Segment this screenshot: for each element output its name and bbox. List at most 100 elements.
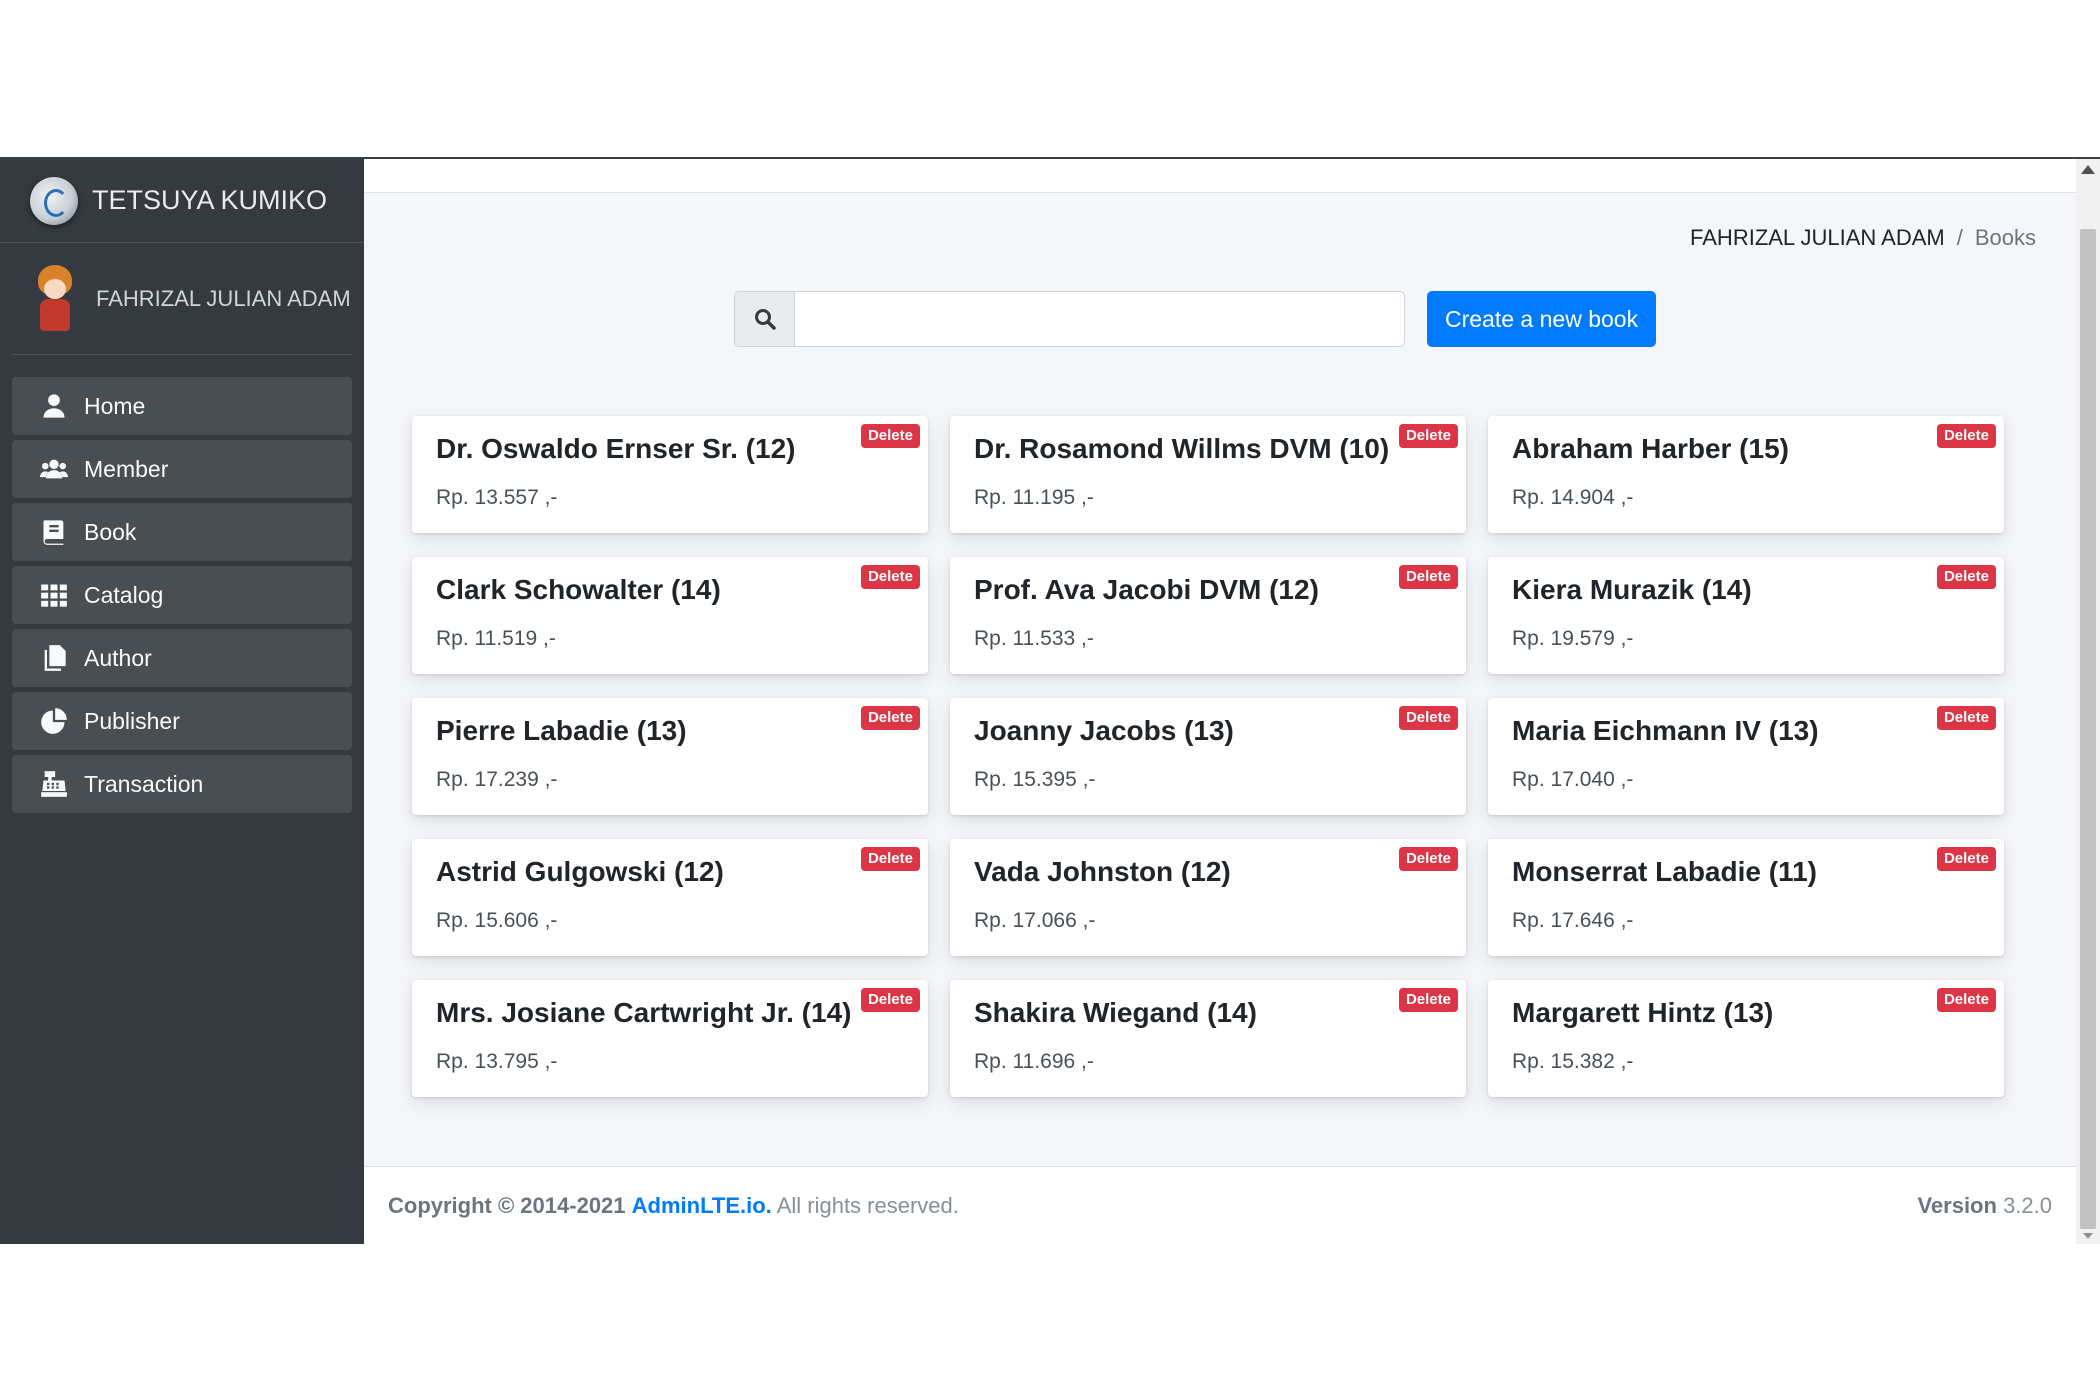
copyright-text: Copyright © 2014-2021: [388, 1192, 626, 1218]
scroll-down-icon[interactable]: [2083, 1233, 2093, 1239]
sidebar-item-author[interactable]: Author: [12, 629, 352, 687]
delete-button[interactable]: Delete: [860, 706, 920, 730]
breadcrumb-home[interactable]: FAHRIZAL JULIAN ADAM: [1690, 225, 1945, 251]
user-panel[interactable]: FAHRIZAL JULIAN ADAM: [12, 243, 352, 355]
delete-button[interactable]: Delete: [1398, 988, 1458, 1012]
brand-logo: [30, 176, 78, 225]
book-title: Joanny Jacobs (13): [974, 715, 1234, 746]
book-card[interactable]: Abraham Harber (15) Rp. 14.904 ,- Delete: [1488, 416, 2004, 533]
book-price: Rp. 11.195 ,-: [974, 486, 1094, 509]
sidebar-item-label: Author: [84, 644, 152, 671]
book-price: Rp. 17.239 ,-: [436, 768, 558, 791]
book-card[interactable]: Maria Eichmann IV (13) Rp. 17.040 ,- Delet…: [1488, 698, 2004, 815]
delete-button[interactable]: Delete: [1398, 847, 1458, 871]
sidebar: TETSUYA KUMIKO FAHRIZAL JULIAN ADAM Home…: [0, 159, 364, 1244]
sidebar-item-label: Publisher: [84, 707, 180, 734]
book-card[interactable]: Joanny Jacobs (13) Rp. 15.395 ,- Delete: [950, 698, 1466, 815]
sidebar-item-publisher[interactable]: Publisher: [12, 692, 352, 750]
search-icon: [754, 309, 776, 330]
book-price: Rp. 15.382 ,-: [1512, 1050, 1634, 1073]
cash-register-icon: [40, 770, 68, 798]
search-bar: Create a new book: [734, 291, 1657, 347]
version-label: Version: [1917, 1192, 1997, 1218]
sidebar-item-label: Member: [84, 455, 169, 482]
pie-chart-icon: [40, 707, 68, 735]
book-title: Maria Eichmann IV (13): [1512, 715, 1819, 746]
delete-button[interactable]: Delete: [1936, 847, 1996, 871]
book-title: Pierre Labadie (13): [436, 715, 687, 746]
breadcrumb-separator: /: [1956, 225, 1963, 250]
book-card[interactable]: Monserrat Labadie (11) Rp. 17.646 ,- Delet…: [1488, 839, 2004, 956]
scroll-up-icon[interactable]: [2081, 165, 2095, 174]
footer-copyright: Copyright © 2014-2021 AdminLTE.io. All r…: [388, 1193, 959, 1219]
book-price: Rp. 13.557 ,-: [436, 486, 558, 509]
delete-button[interactable]: Delete: [1398, 706, 1458, 730]
book-card[interactable]: Margarett Hintz (13) Rp. 15.382 ,- Delete: [1488, 980, 2004, 1097]
book-title: Prof. Ava Jacobi DVM (12): [974, 574, 1319, 605]
sidebar-item-home[interactable]: Home: [12, 377, 352, 435]
book-title: Margarett Hintz (13): [1512, 997, 1774, 1028]
footer-version: Version 3.2.0: [1917, 1193, 2052, 1219]
sidebar-item-member[interactable]: Member: [12, 440, 352, 498]
book-card[interactable]: Vada Johnston (12) Rp. 17.066 ,- Delete: [950, 839, 1466, 956]
book-title: Shakira Wiegand (14): [974, 997, 1257, 1028]
create-book-button[interactable]: Create a new book: [1427, 291, 1657, 347]
book-card[interactable]: Astrid Gulgowski (12) Rp. 15.606 ,- Delete: [412, 839, 928, 956]
book-price: Rp. 15.606 ,-: [436, 909, 558, 932]
book-title: Vada Johnston (12): [974, 856, 1231, 887]
sidebar-item-catalog[interactable]: Catalog: [12, 566, 352, 624]
book-title: Abraham Harber (15): [1512, 433, 1789, 464]
rights-text: All rights reserved.: [776, 1192, 959, 1218]
version-number: 3.2.0: [2003, 1192, 2052, 1218]
book-price: Rp. 19.579 ,-: [1512, 627, 1634, 650]
book-price: Rp. 17.646 ,-: [1512, 909, 1634, 932]
book-title: Dr. Rosamond Willms DVM (10): [974, 433, 1390, 464]
footer: Copyright © 2014-2021 AdminLTE.io. All r…: [364, 1166, 2076, 1244]
book-price: Rp. 17.040 ,-: [1512, 768, 1634, 791]
book-title: Kiera Murazik (14): [1512, 574, 1752, 605]
main-content: FAHRIZAL JULIAN ADAM / Books Create a ne…: [364, 159, 2076, 1244]
delete-button[interactable]: Delete: [860, 424, 920, 448]
user-name: FAHRIZAL JULIAN ADAM: [96, 285, 351, 311]
book-title: Mrs. Josiane Cartwright Jr. (14): [436, 997, 852, 1028]
book-card[interactable]: Dr. Rosamond Willms DVM (10) Rp. 11.195 ,…: [950, 416, 1466, 533]
book-title: Astrid Gulgowski (12): [436, 856, 724, 887]
sidebar-item-label: Book: [84, 518, 137, 545]
book-grid: Dr. Oswaldo Ernser Sr. (12) Rp. 13.557 ,-…: [412, 416, 2004, 1097]
sidebar-item-transaction[interactable]: Transaction: [12, 755, 352, 813]
sidebar-item-label: Catalog: [84, 581, 164, 608]
brand-link[interactable]: TETSUYA KUMIKO: [0, 159, 364, 243]
book-title: Clark Schowalter (14): [436, 574, 721, 605]
book-card[interactable]: Dr. Oswaldo Ernser Sr. (12) Rp. 13.557 ,-…: [412, 416, 928, 533]
book-price: Rp. 14.904 ,-: [1512, 486, 1634, 509]
sidebar-item-label: Transaction: [84, 770, 204, 797]
avatar: [32, 264, 78, 333]
breadcrumb-current: Books: [1974, 225, 2036, 250]
book-price: Rp. 11.533 ,-: [974, 627, 1094, 650]
delete-button[interactable]: Delete: [1398, 565, 1458, 589]
book-price: Rp. 11.696 ,-: [974, 1050, 1094, 1073]
delete-button[interactable]: Delete: [860, 988, 920, 1012]
search-input[interactable]: [795, 291, 1405, 347]
top-navbar: [364, 159, 2076, 193]
app-window: TETSUYA KUMIKO FAHRIZAL JULIAN ADAM Home…: [0, 157, 2100, 1244]
book-card[interactable]: Mrs. Josiane Cartwright Jr. (14) Rp. 13.7…: [412, 980, 928, 1097]
book-card[interactable]: Clark Schowalter (14) Rp. 11.519 ,- Delete: [412, 557, 928, 674]
adminlte-link[interactable]: AdminLTE.io.: [632, 1193, 772, 1218]
delete-button[interactable]: Delete: [860, 847, 920, 871]
delete-button[interactable]: Delete: [1936, 424, 1996, 448]
scrollbar[interactable]: [2076, 159, 2100, 1244]
book-card[interactable]: Kiera Murazik (14) Rp. 19.579 ,- Delete: [1488, 557, 2004, 674]
scrollbar-thumb[interactable]: [2080, 229, 2096, 1229]
delete-button[interactable]: Delete: [1936, 988, 1996, 1012]
book-card[interactable]: Pierre Labadie (13) Rp. 17.239 ,- Delete: [412, 698, 928, 815]
book-title: Monserrat Labadie (11): [1512, 856, 1817, 887]
delete-button[interactable]: Delete: [1398, 424, 1458, 448]
delete-button[interactable]: Delete: [1936, 565, 1996, 589]
sidebar-item-book[interactable]: Book: [12, 503, 352, 561]
search-button[interactable]: [734, 291, 795, 347]
book-card[interactable]: Prof. Ava Jacobi DVM (12) Rp. 11.533 ,- De…: [950, 557, 1466, 674]
book-card[interactable]: Shakira Wiegand (14) Rp. 11.696 ,- Delete: [950, 980, 1466, 1097]
delete-button[interactable]: Delete: [860, 565, 920, 589]
delete-button[interactable]: Delete: [1936, 706, 1996, 730]
